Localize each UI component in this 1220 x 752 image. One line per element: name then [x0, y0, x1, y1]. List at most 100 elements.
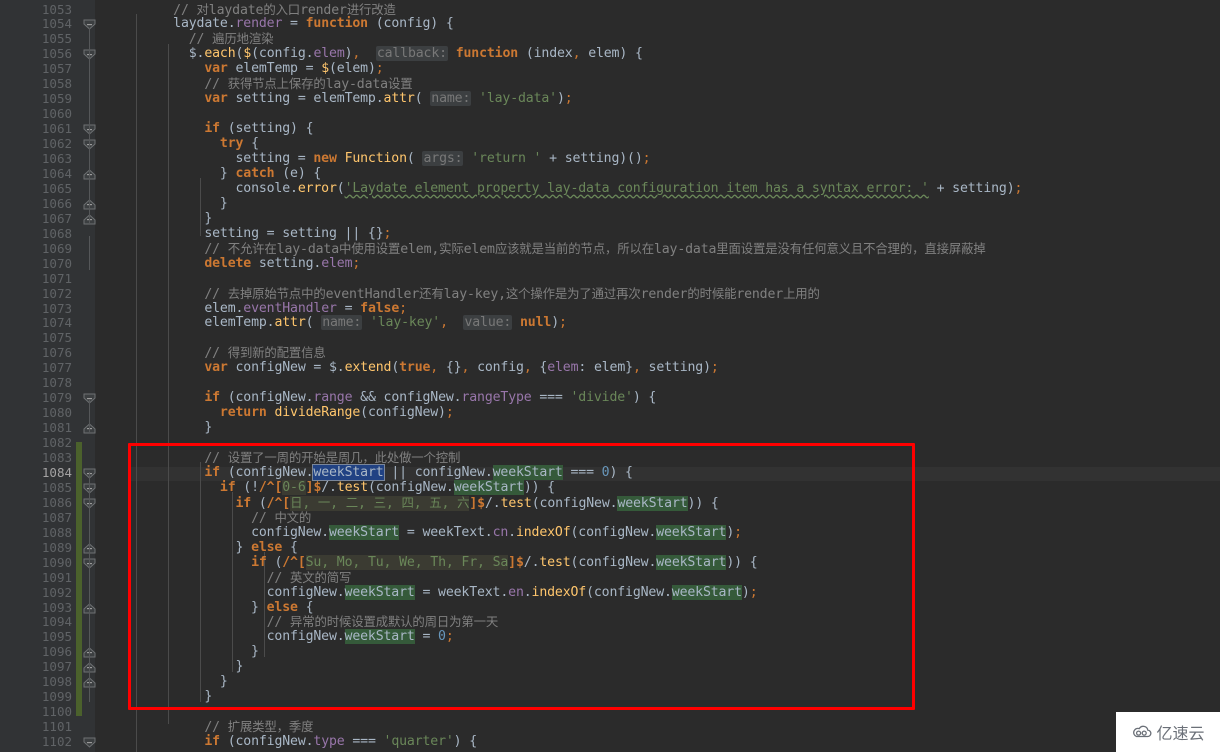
gutter-row[interactable]: 1081	[0, 420, 128, 436]
gutter-row[interactable]: 1074	[0, 315, 128, 331]
code-line[interactable]: var configNew = $.extend(true, {}, confi…	[142, 360, 718, 376]
gutter-row[interactable]: 1095	[0, 629, 128, 645]
code-line[interactable]: return divideRange(configNew);	[142, 405, 454, 421]
code-line[interactable]: try {	[142, 136, 259, 152]
gutter-row[interactable]: 1084	[0, 465, 128, 481]
code-line[interactable]: elem.eventHandler = false;	[142, 301, 407, 317]
watermark: 亿速云	[1116, 712, 1220, 752]
code-line[interactable]: var elemTemp = $(elem);	[142, 61, 383, 77]
line-number: 1070	[41, 255, 72, 271]
code-line[interactable]: // 英文的简写	[142, 570, 352, 586]
gutter-row[interactable]: 1069	[0, 241, 128, 257]
editor-gutter[interactable]: 1053 1054 1055 1056 1057 1058 1059 1060 1061 1062…	[0, 0, 128, 752]
gutter-row[interactable]: 1056	[0, 46, 128, 62]
gutter-row[interactable]: 1071	[0, 271, 128, 287]
gutter-row[interactable]: 1082	[0, 435, 128, 451]
code-line[interactable]: // 扩展类型，季度	[142, 719, 313, 735]
gutter-row[interactable]: 1086	[0, 495, 128, 511]
code-line[interactable]: }	[142, 196, 228, 212]
gutter-row[interactable]: 1102	[0, 734, 128, 750]
code-line[interactable]: // 异常的时候设置成默认的周日为第一天	[142, 614, 499, 630]
code-line[interactable]: }	[142, 420, 212, 436]
code-line[interactable]: }	[142, 644, 259, 660]
code-line[interactable]: console.error('Laydate element property …	[142, 181, 1022, 197]
gutter-row[interactable]: 1060	[0, 106, 128, 122]
gutter-row[interactable]: 1099	[0, 689, 128, 705]
code-line[interactable]: // 中文的	[142, 510, 311, 526]
gutter-row[interactable]: 1076	[0, 345, 128, 361]
code-line[interactable]: if (configNew.type === 'quarter') {	[142, 734, 477, 750]
gutter-row[interactable]: 1093	[0, 600, 128, 616]
gutter-row[interactable]: 1100	[0, 704, 128, 720]
gutter-row[interactable]: 1058	[0, 76, 128, 92]
gutter-row[interactable]: 1087	[0, 510, 128, 526]
gutter-row[interactable]: 1094	[0, 614, 128, 630]
code-line[interactable]: // 获得节点上保存的lay-data设置	[142, 76, 412, 92]
fold-toggle-icon[interactable]	[83, 737, 96, 748]
vcs-change-marker[interactable]	[76, 442, 82, 716]
code-line[interactable]: configNew.weekStart = 0;	[142, 629, 454, 645]
code-line[interactable]: if (/^[日, 一, 二, 三, 四, 五, 六]$/.test(confi…	[142, 495, 719, 511]
code-line[interactable]: if (setting) {	[142, 121, 313, 137]
gutter-row[interactable]: 1065	[0, 181, 128, 197]
gutter-row[interactable]: 1072	[0, 286, 128, 302]
code-line[interactable]: }	[142, 674, 228, 690]
code-line[interactable]: }	[142, 689, 212, 705]
gutter-row[interactable]: 1098	[0, 674, 128, 690]
gutter-row[interactable]: 1073	[0, 301, 128, 317]
code-line[interactable]: setting = new Function( args: 'return ' …	[142, 151, 651, 167]
code-line[interactable]: } else {	[142, 600, 314, 616]
gutter-row[interactable]: 1089	[0, 540, 128, 556]
gutter-row[interactable]: 1096	[0, 644, 128, 660]
code-line[interactable]: // 不允许在lay-data中使用设置elem,实际elem应该就是当前的节点…	[142, 241, 985, 257]
code-line[interactable]: elemTemp.attr( name: 'lay-key', value: n…	[142, 315, 567, 331]
gutter-row[interactable]: 1078	[0, 375, 128, 391]
gutter-row[interactable]: 1064	[0, 166, 128, 182]
gutter-row[interactable]: 1070	[0, 255, 128, 272]
code-line[interactable]: } catch (e) {	[142, 166, 321, 182]
code-line[interactable]: // 去掉原始节点中的eventHandler还有lay-key,这个操作是为了…	[142, 286, 820, 302]
gutter-row[interactable]: 1077	[0, 360, 128, 376]
code-line[interactable]: var setting = elemTemp.attr( name: 'lay-…	[142, 91, 573, 107]
code-content[interactable]: // 对laydate的入口render进行改造 laydate.render …	[128, 0, 1220, 752]
code-line[interactable]: if (!/^[0-6]$/.test(configNew.weekStart)…	[142, 479, 555, 496]
code-line[interactable]: laydate.render = function (config) {	[142, 16, 454, 32]
gutter-row[interactable]: 1055	[0, 31, 128, 47]
code-line[interactable]: if (configNew.weekStart || configNew.wee…	[142, 463, 633, 481]
code-editor[interactable]: 1053 1054 1055 1056 1057 1058 1059 1060 1061 1062…	[0, 0, 1220, 752]
gutter-row[interactable]: 1090	[0, 555, 128, 571]
gutter-row[interactable]: 1097	[0, 659, 128, 675]
gutter-row[interactable]: 1101	[0, 719, 128, 735]
gutter-row[interactable]: 1061	[0, 121, 128, 137]
gutter-row[interactable]: 1080	[0, 405, 128, 421]
code-line[interactable]: }	[142, 659, 243, 675]
code-line[interactable]: configNew.weekStart = weekText.en.indexO…	[142, 584, 758, 601]
gutter-row[interactable]: 1091	[0, 570, 128, 586]
code-line[interactable]: }	[142, 211, 212, 227]
code-line[interactable]: if (/^[Su, Mo, Tu, We, Th, Fr, Sa]$/.tes…	[142, 554, 758, 571]
code-line[interactable]: if (configNew.range && configNew.rangeTy…	[142, 390, 656, 406]
gutter-row[interactable]: 1068	[0, 226, 128, 242]
gutter-row[interactable]: 1067	[0, 211, 128, 227]
code-line[interactable]: } else {	[142, 540, 298, 556]
code-line[interactable]: delete setting.elem;	[142, 256, 360, 272]
line-number: 1059	[41, 91, 72, 107]
gutter-row[interactable]: 1075	[0, 330, 128, 346]
gutter-row[interactable]: 1053	[0, 2, 128, 18]
gutter-row[interactable]: 1079	[0, 390, 128, 406]
code-line[interactable]: // 得到新的配置信息	[142, 345, 325, 361]
gutter-row[interactable]: 1057	[0, 61, 128, 77]
code-line[interactable]: // 设置了一周的开始是周几，此处做一个控制	[142, 450, 460, 466]
gutter-row[interactable]: 1092	[0, 585, 128, 601]
gutter-row[interactable]: 1054	[0, 16, 128, 32]
gutter-row[interactable]: 1088	[0, 525, 128, 541]
gutter-row[interactable]: 1063	[0, 151, 128, 167]
gutter-row[interactable]: 1059	[0, 91, 128, 107]
code-line[interactable]: setting = setting || {};	[142, 226, 391, 242]
code-line[interactable]: configNew.weekStart = weekText.cn.indexO…	[142, 524, 742, 541]
gutter-row[interactable]: 1066	[0, 196, 128, 212]
gutter-row[interactable]: 1062	[0, 136, 128, 152]
code-line[interactable]: $.each($(config.elem), callback: functio…	[142, 46, 643, 62]
gutter-row[interactable]: 1083	[0, 450, 128, 466]
gutter-row[interactable]: 1085	[0, 480, 128, 496]
